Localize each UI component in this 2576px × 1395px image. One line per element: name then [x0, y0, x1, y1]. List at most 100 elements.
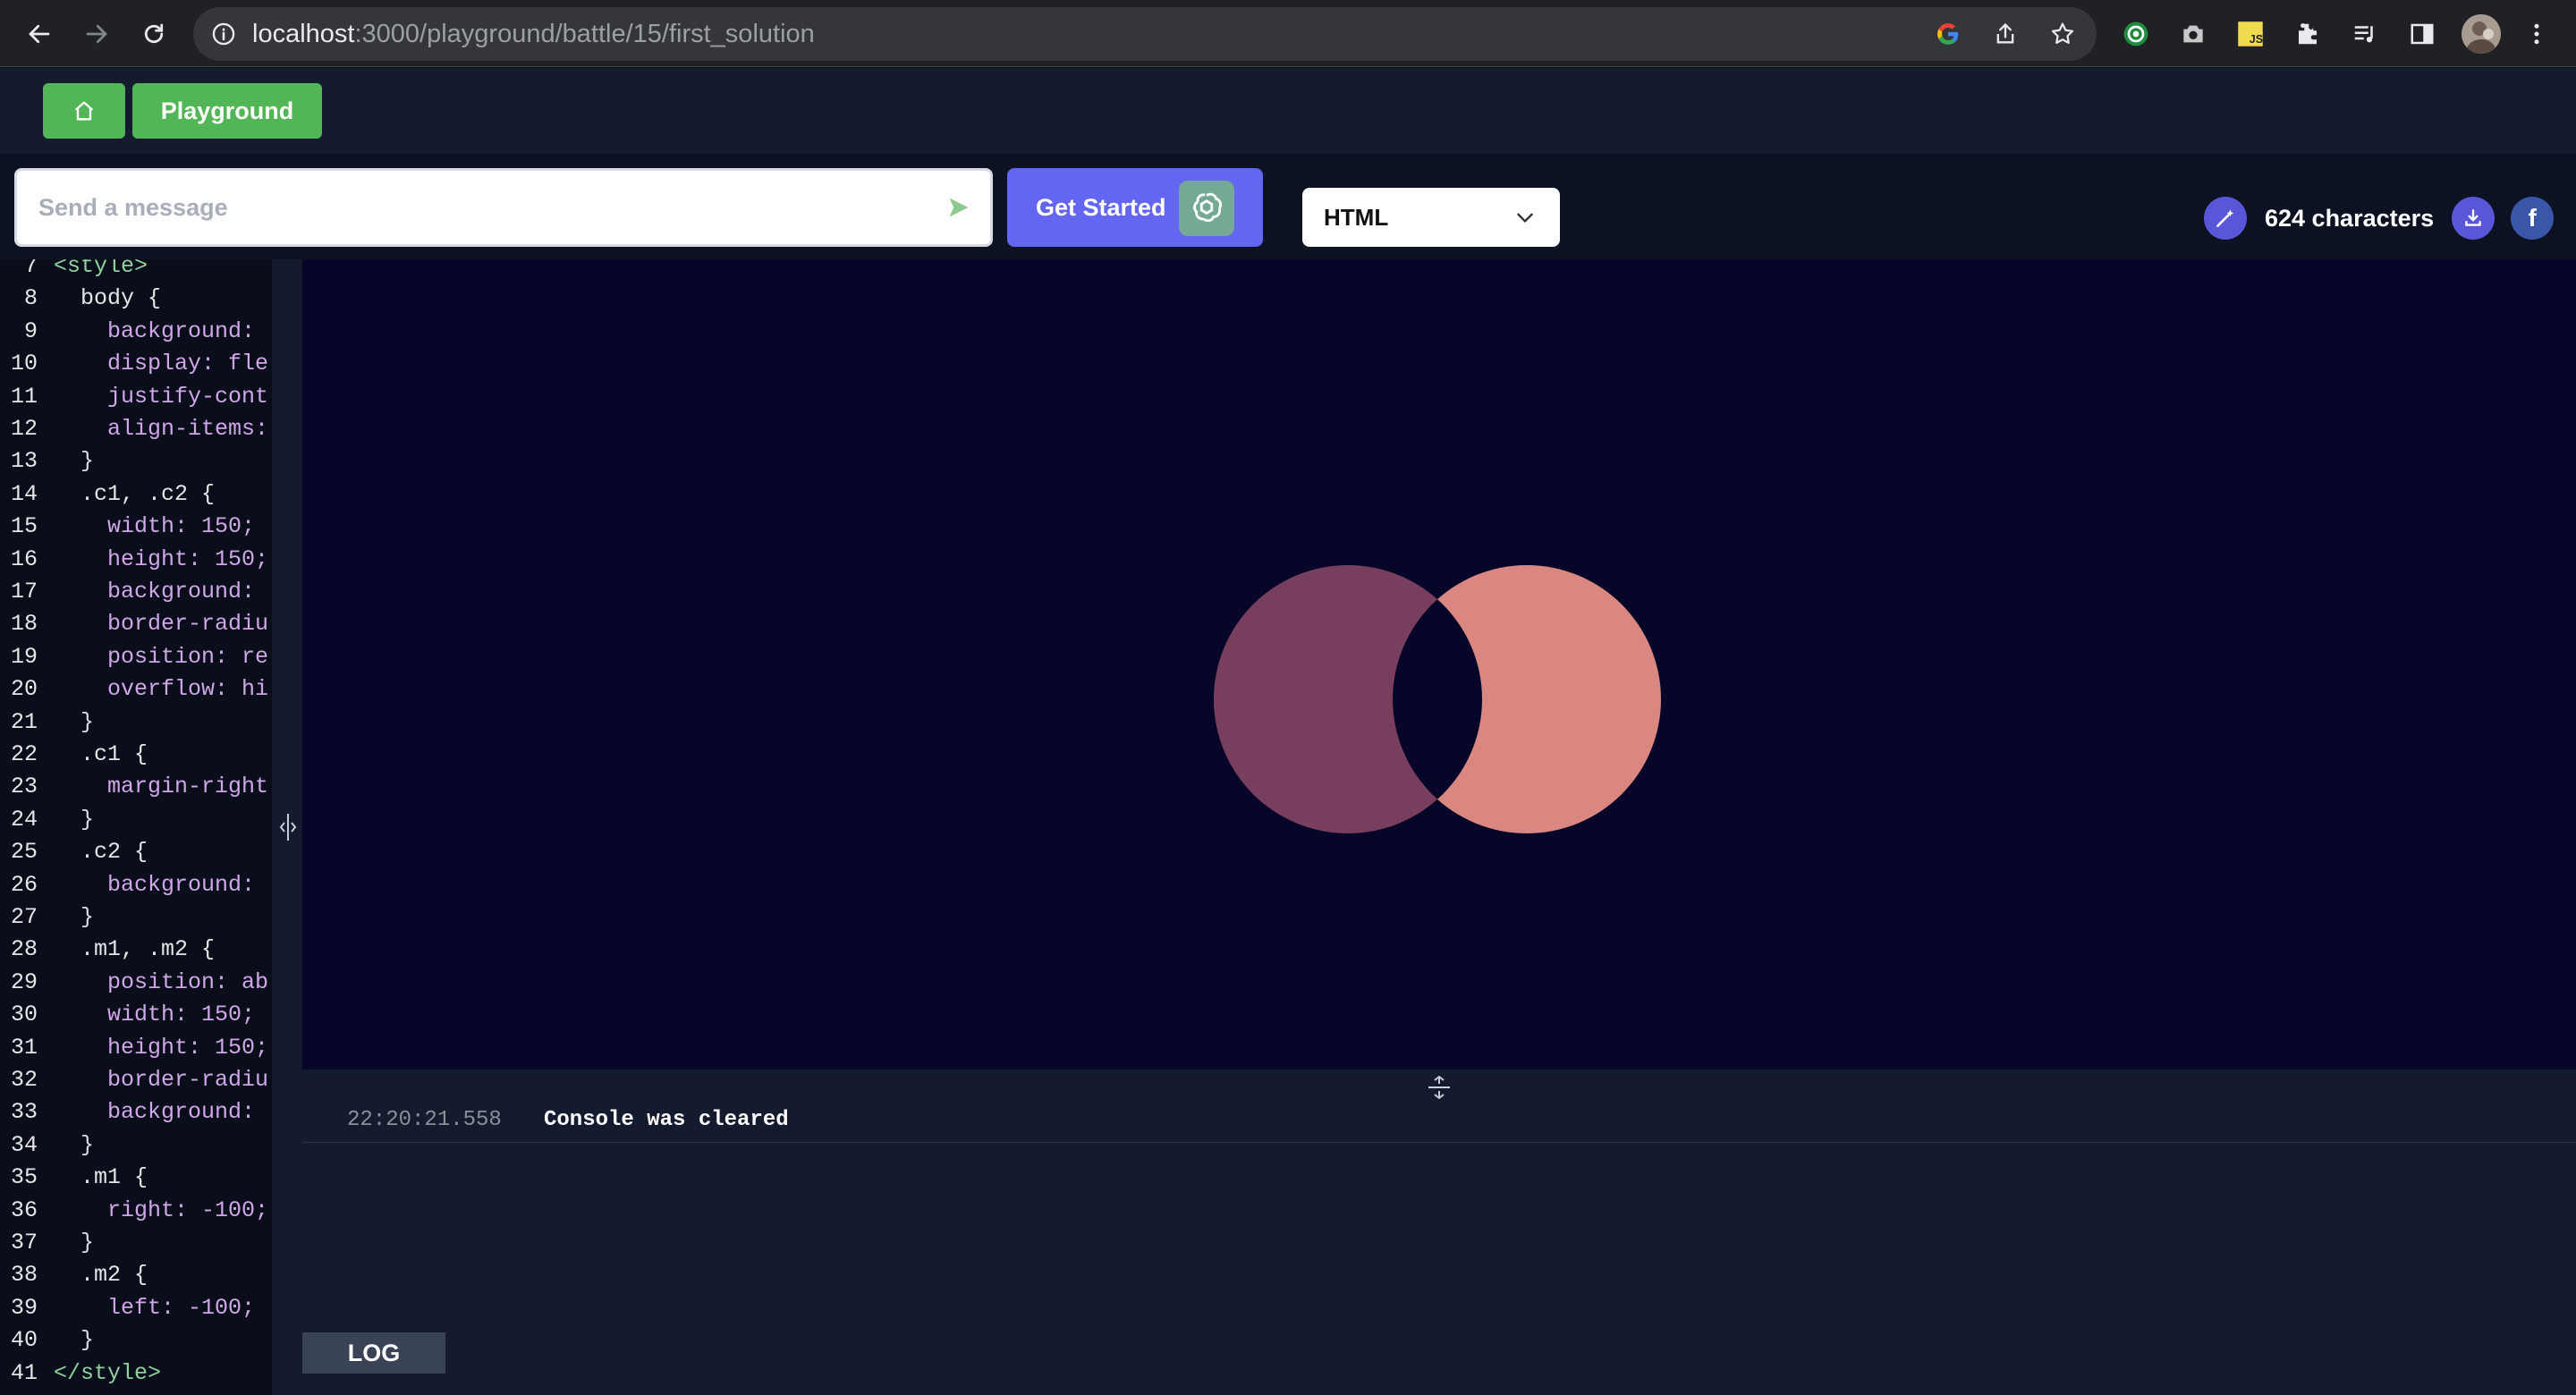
line-number: 7 [23, 259, 38, 279]
code-line[interactable]: 35 .m1 { [0, 1162, 272, 1194]
code-line[interactable]: 16 height: 150; [0, 544, 272, 576]
code-line[interactable]: 25 .c2 { [0, 836, 272, 868]
js-extension-icon[interactable]: JS [2234, 18, 2267, 50]
code-line[interactable]: 8 body { [0, 283, 272, 315]
playground-button[interactable]: Playground [132, 83, 322, 139]
line-number: 30 [10, 1002, 38, 1028]
code-line[interactable]: 19 position: re [0, 641, 272, 673]
get-started-label: Get Started [1036, 194, 1166, 221]
code-line[interactable]: 38 .m2 { [0, 1259, 272, 1291]
camera-icon[interactable] [2177, 18, 2209, 50]
line-number: 18 [10, 611, 38, 638]
code-line[interactable]: 29 position: ab [0, 967, 272, 999]
code-line[interactable]: 23 margin-right [0, 771, 272, 803]
home-icon [74, 101, 94, 121]
code-line[interactable]: 40 } [0, 1324, 272, 1357]
code-line[interactable]: 39 left: -100; [0, 1292, 272, 1324]
share-icon[interactable] [1991, 20, 2020, 48]
code-line[interactable]: 36 right: -100; [0, 1195, 272, 1227]
profile-avatar[interactable] [2462, 14, 2501, 54]
google-icon[interactable] [1934, 20, 1962, 48]
code-line[interactable]: 26 background: [0, 869, 272, 901]
back-button[interactable] [20, 14, 59, 54]
send-icon [949, 198, 969, 217]
code-line[interactable]: 22 .c1 { [0, 739, 272, 771]
code-line[interactable]: 31 height: 150; [0, 1032, 272, 1064]
code-line[interactable]: 12 align-items: [0, 413, 272, 445]
code-line[interactable]: 20 overflow: hi [0, 673, 272, 706]
language-select[interactable]: HTML [1302, 188, 1560, 247]
home-button[interactable] [43, 83, 125, 139]
code-line[interactable]: 9 background: [0, 316, 272, 348]
code-line[interactable]: 15 width: 150; [0, 511, 272, 543]
puzzle-icon[interactable] [2292, 18, 2324, 50]
media-queue-icon[interactable] [2349, 18, 2381, 50]
code-line[interactable]: 37 } [0, 1227, 272, 1259]
code-text: .c1 { [54, 741, 148, 767]
message-input[interactable] [38, 171, 915, 244]
code-line[interactable]: 24 } [0, 804, 272, 836]
line-number: 32 [10, 1067, 38, 1093]
line-number: 10 [10, 351, 38, 377]
code-line[interactable]: 17 background: [0, 576, 272, 608]
code-text: body { [54, 285, 162, 312]
code-line[interactable]: 10 display: fle [0, 348, 272, 380]
code-text: } [54, 1327, 95, 1354]
address-bar[interactable]: localhost:3000/playground/battle/15/firs… [193, 7, 2097, 61]
send-button[interactable] [944, 192, 974, 223]
arrow-right-icon [86, 24, 107, 44]
code-text: </style> [54, 1359, 162, 1386]
extension-circle-icon[interactable] [2120, 18, 2152, 50]
reload-button[interactable] [134, 14, 174, 54]
forward-button[interactable] [77, 14, 116, 54]
prompt-toolbar: Get Started HTML 624 characters f [0, 154, 2576, 259]
code-text: background: [54, 317, 256, 344]
code-text: align-items: [54, 416, 269, 442]
browser-chrome: localhost:3000/playground/battle/15/firs… [0, 0, 2576, 67]
code-text: background: [54, 1099, 256, 1126]
log-tab[interactable]: LOG [302, 1332, 445, 1374]
code-line[interactable]: 7 <style> [0, 259, 272, 283]
code-text: border-radiu [54, 1067, 269, 1093]
line-number: 22 [10, 741, 38, 767]
code-line[interactable]: 13 } [0, 445, 272, 478]
code-line[interactable]: 18 border-radiu [0, 608, 272, 640]
magic-wand-button[interactable] [2204, 197, 2247, 240]
line-number: 37 [10, 1230, 38, 1256]
code-line[interactable]: 34 } [0, 1129, 272, 1162]
line-number: 8 [23, 285, 38, 312]
url-path: :3000/playground/battle/15/first_solutio… [354, 20, 815, 48]
code-line[interactable]: 11 justify-cont [0, 381, 272, 413]
line-number: 13 [10, 448, 38, 475]
horizontal-resize-handle-icon[interactable] [1425, 1073, 1453, 1102]
code-line[interactable]: 30 width: 150; [0, 999, 272, 1031]
code-editor[interactable]: 7 <style> 8 body {9 background: 10 display:… [0, 259, 272, 1395]
character-count: 624 characters [2265, 204, 2435, 232]
code-text: overflow: hi [54, 676, 269, 703]
code-text: } [54, 448, 95, 475]
vertical-resize-handle-icon[interactable] [279, 812, 297, 842]
get-started-button[interactable]: Get Started [1007, 168, 1263, 247]
facebook-icon: f [2528, 204, 2537, 232]
code-line[interactable]: 33 background: [0, 1096, 272, 1129]
line-number: 36 [10, 1196, 38, 1223]
info-icon[interactable] [211, 21, 236, 46]
code-line[interactable]: 27 } [0, 901, 272, 934]
svg-text:JS: JS [2250, 33, 2263, 46]
download-button[interactable] [2452, 197, 2496, 240]
more-menu-icon[interactable] [2521, 18, 2553, 50]
code-text: .m1, .m2 { [54, 936, 216, 963]
code-line[interactable]: 14 .c1, .c2 { [0, 478, 272, 511]
side-panel-icon[interactable] [2406, 18, 2438, 50]
code-line[interactable]: 32 border-radiu [0, 1064, 272, 1096]
language-value: HTML [1324, 204, 1389, 231]
code-text: .m2 { [54, 1262, 148, 1289]
code-text: left: -100; [54, 1294, 256, 1321]
url-text[interactable]: localhost:3000/playground/battle/15/firs… [252, 7, 815, 61]
code-text: } [54, 1131, 95, 1158]
code-line[interactable]: 21 } [0, 706, 272, 739]
code-line[interactable]: 41 </style> [0, 1357, 272, 1390]
facebook-share-button[interactable]: f [2511, 197, 2555, 240]
code-line[interactable]: 28 .m1, .m2 { [0, 934, 272, 966]
bookmark-star-icon[interactable] [2048, 20, 2077, 48]
